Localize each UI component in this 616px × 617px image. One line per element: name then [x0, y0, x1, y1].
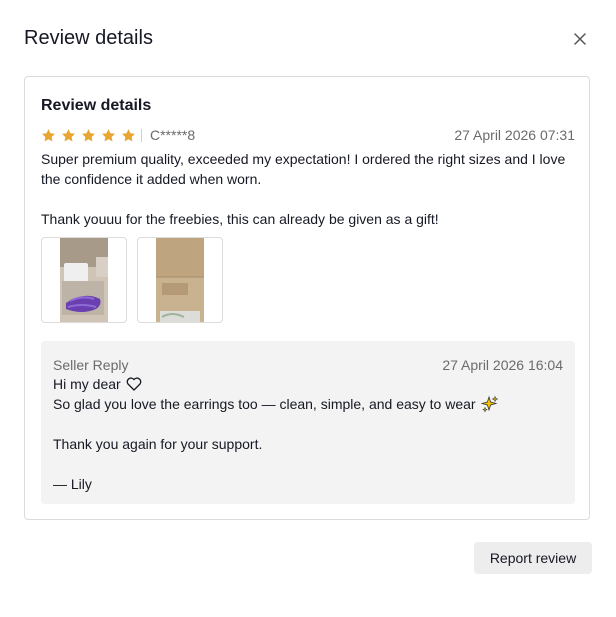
close-button[interactable] — [568, 27, 592, 51]
dialog-title: Review details — [24, 27, 153, 49]
review-photo-1 — [60, 238, 108, 322]
meta-divider — [141, 128, 142, 142]
star-icon — [42, 128, 55, 141]
review-meta: C*****8 27 April 2026 07:31 — [41, 126, 575, 144]
reviewer-name: C*****8 — [150, 127, 196, 143]
review-card-title: Review details — [41, 97, 152, 114]
star-icon — [82, 128, 95, 141]
seller-reply-line: Hi my dear — [53, 374, 563, 394]
star-rating — [41, 128, 141, 143]
star-icon — [122, 128, 135, 141]
review-paragraph: Thank youuu for the freebies, this can a… — [41, 211, 439, 227]
seller-reply-greeting: Hi my dear — [53, 376, 121, 392]
seller-reply-signature: — Lily — [53, 476, 92, 492]
review-photo-thumbnail[interactable] — [137, 237, 223, 323]
seller-reply-header: Seller Reply 27 April 2026 16:04 — [53, 356, 563, 374]
star-icon — [62, 128, 75, 141]
sparkles-icon — [480, 395, 499, 413]
report-review-button[interactable]: Report review — [474, 542, 592, 574]
review-photo-2 — [156, 238, 204, 322]
review-card: Review details C*****8 27 April 2026 07:… — [24, 76, 590, 520]
close-icon — [574, 33, 586, 45]
seller-reply: Seller Reply 27 April 2026 16:04 Hi my d… — [41, 341, 575, 504]
seller-reply-line: So glad you love the earrings too — clea… — [53, 394, 563, 414]
seller-reply-line: Thank you again for your support. — [53, 436, 263, 452]
seller-reply-message: So glad you love the earrings too — clea… — [53, 396, 476, 412]
star-icon — [102, 128, 115, 141]
review-photo-thumbnail[interactable] — [41, 237, 127, 323]
review-paragraph: Super premium quality, exceeded my expec… — [41, 151, 566, 187]
review-body: Super premium quality, exceeded my expec… — [41, 149, 571, 229]
seller-reply-timestamp: 27 April 2026 16:04 — [442, 357, 563, 373]
heart-outline-icon — [126, 377, 142, 391]
seller-reply-body: Hi my dear So glad you love the earrings… — [53, 374, 563, 494]
review-photos — [41, 237, 233, 323]
seller-reply-label: Seller Reply — [53, 357, 129, 373]
review-timestamp: 27 April 2026 07:31 — [454, 127, 575, 143]
